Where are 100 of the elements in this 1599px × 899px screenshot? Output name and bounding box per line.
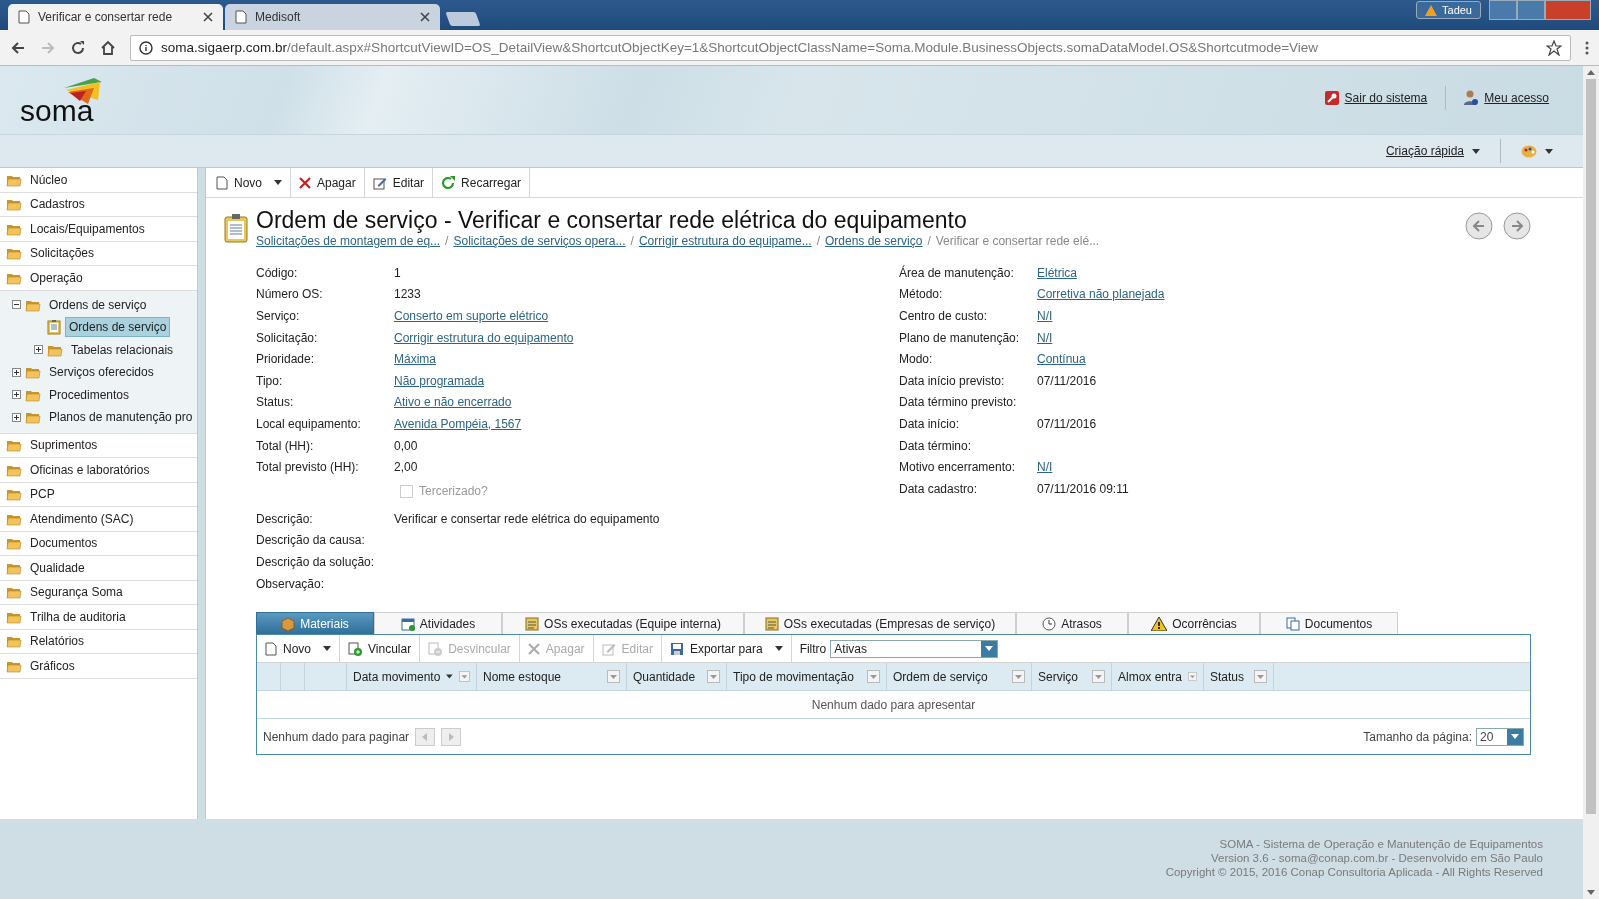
field-link[interactable]: Máxima	[394, 352, 436, 367]
filter-icon[interactable]	[607, 670, 620, 684]
home-icon[interactable]	[100, 39, 116, 56]
field-link[interactable]: Não programada	[394, 373, 485, 388]
breadcrumb-link[interactable]: Ordens de serviço	[825, 234, 923, 248]
field-link[interactable]: Corrigir estrutura do equipamento	[394, 330, 574, 345]
column-header[interactable]: Quantidade	[627, 663, 727, 691]
field-link[interactable]: Contínua	[1037, 352, 1086, 367]
field-link[interactable]: Ativo e não encerrado	[394, 395, 512, 410]
filter-icon[interactable]	[1012, 670, 1025, 684]
scroll-down-icon[interactable]	[1587, 890, 1595, 895]
close-icon[interactable]	[203, 12, 213, 22]
splitter-handle[interactable]	[198, 168, 206, 819]
field-link[interactable]: Elétrica	[1037, 265, 1077, 280]
toolbar-button[interactable]: Editar	[364, 168, 434, 197]
nav-group[interactable]: Cadastros	[26, 194, 89, 215]
toolbar-button[interactable]: Recarregar	[433, 168, 531, 197]
nav-group[interactable]: Locais/Equipamentos	[26, 218, 149, 239]
column-header[interactable]: Serviço	[1032, 663, 1112, 691]
star-icon[interactable]	[1546, 39, 1562, 56]
tree-item[interactable]: Ordens de serviço	[45, 294, 151, 315]
expand-toggle[interactable]	[12, 412, 21, 422]
tab[interactable]: OSs executadas (Equipe interna)	[502, 612, 744, 635]
filter-icon[interactable]	[1092, 670, 1105, 684]
nav-group[interactable]: Solicitações	[26, 243, 99, 264]
field-link[interactable]: N/I	[1037, 460, 1053, 475]
scroll-up-icon[interactable]	[1587, 70, 1595, 75]
next-icon[interactable]	[1503, 212, 1531, 240]
caret-icon[interactable]	[274, 180, 282, 185]
info-icon[interactable]	[139, 40, 153, 55]
filter-icon[interactable]	[1254, 670, 1267, 684]
scrollbar[interactable]	[1583, 66, 1599, 899]
field-link[interactable]: Corretiva não planejada	[1037, 287, 1165, 302]
toolbar-button[interactable]: Novo	[208, 168, 291, 197]
user-badge[interactable]: Tadeu	[1416, 1, 1481, 19]
expand-toggle[interactable]	[34, 345, 43, 355]
field-link[interactable]: Avenida Pompéia, 1567	[394, 416, 522, 431]
nav-group[interactable]: Núcleo	[26, 169, 72, 190]
column-header[interactable]: Status	[1204, 663, 1274, 691]
filter-icon[interactable]	[707, 670, 720, 684]
tab[interactable]: Atividades	[374, 612, 502, 635]
breadcrumb-link[interactable]: Corrigir estrutura do equipame...	[638, 234, 812, 248]
breadcrumb-link[interactable]: Solicitações de montagem de eq...	[256, 234, 441, 248]
column-header[interactable]: Tipo de movimentação	[727, 663, 887, 691]
nav-group[interactable]: Trilha de auditoria	[26, 606, 130, 627]
reload-icon[interactable]	[70, 39, 86, 56]
nav-group[interactable]: Operação	[26, 267, 87, 288]
field-link[interactable]: Conserto em suporte elétrico	[394, 309, 549, 323]
palette-icon[interactable]	[1521, 144, 1537, 158]
filter-dropdown[interactable]: Ativas	[830, 639, 999, 658]
grid-toolbar-button[interactable]: Vincular	[340, 635, 421, 663]
header-link[interactable]: Meu acesso	[1484, 91, 1549, 105]
grid-toolbar-button[interactable]: Novo	[257, 635, 340, 663]
caret-icon[interactable]	[774, 646, 783, 652]
nav-group[interactable]: PCP	[26, 484, 59, 505]
caret-icon[interactable]	[1472, 148, 1480, 154]
collapse-toggle[interactable]	[12, 300, 21, 310]
tab[interactable]: OSs executadas (Empresas de serviço)	[744, 612, 1016, 635]
tree-item[interactable]: Planos de manutenção pro	[45, 407, 197, 428]
header-link[interactable]: Sair do sistema	[1344, 91, 1428, 105]
browser-tab[interactable]: Verificar e consertar rede	[8, 4, 223, 30]
quick-create-menu[interactable]: Criação rápida	[1385, 144, 1464, 158]
caret-icon[interactable]	[1545, 148, 1553, 154]
field-link[interactable]: N/I	[1037, 330, 1053, 345]
caret-icon[interactable]	[323, 646, 331, 652]
menu-icon[interactable]	[1585, 40, 1589, 55]
previous-icon[interactable]	[1465, 212, 1493, 240]
tree-item[interactable]: Procedimentos	[45, 384, 134, 405]
browser-tab[interactable]: Medisoft	[225, 4, 440, 30]
tab[interactable]: Ocorrências	[1128, 612, 1260, 635]
column-header[interactable]: Data movimento	[347, 663, 477, 691]
column-header[interactable]: Ordem de serviço	[887, 663, 1032, 691]
nav-group[interactable]: Qualidade	[26, 557, 89, 578]
back-icon[interactable]	[10, 39, 26, 56]
tree-item[interactable]: Tabelas relacionais	[67, 339, 178, 360]
tree-item[interactable]: Ordens de serviço	[65, 317, 171, 338]
nav-group[interactable]: Atendimento (SAC)	[26, 508, 138, 529]
address-bar[interactable]: soma.sigaerp.com.br/default.aspx#ShortcutViewID=OS_DetailView&ShortcutObjectKey=1&ShortcutObjectClassName=Soma.Module.BusinessObjects.somaDataModel.OS&Shortcutmode=View	[130, 34, 1571, 61]
nav-group[interactable]: Relatórios	[26, 631, 89, 652]
page-size-dropdown[interactable]: 20	[1476, 727, 1524, 746]
tab[interactable]: Documentos	[1260, 612, 1398, 635]
expand-toggle[interactable]	[12, 367, 21, 377]
column-header[interactable]: Almox entra	[1112, 663, 1204, 691]
close-icon[interactable]	[420, 12, 430, 22]
field-link[interactable]: N/I	[1037, 309, 1053, 323]
tree-item[interactable]: Serviços oferecidos	[45, 362, 158, 383]
filter-icon[interactable]	[867, 670, 880, 684]
nav-group[interactable]: Documentos	[26, 533, 102, 554]
new-tab-button[interactable]	[445, 12, 481, 26]
nav-group[interactable]: Segurança Soma	[26, 582, 127, 603]
tab[interactable]: Materiais	[256, 612, 374, 635]
nav-group[interactable]: Gráficos	[26, 655, 79, 676]
nav-group[interactable]: Suprimentos	[26, 435, 102, 456]
breadcrumb-link[interactable]: Solicitações de serviços opera...	[453, 234, 626, 248]
expand-toggle[interactable]	[12, 390, 21, 400]
toolbar-button[interactable]: Apagar	[291, 168, 365, 197]
nav-group[interactable]: Oficinas e laboratórios	[26, 459, 154, 480]
tab[interactable]: Atrasos	[1016, 612, 1128, 635]
grid-toolbar-button[interactable]: Exportar para	[661, 635, 792, 663]
column-header[interactable]: Nome estoque	[477, 663, 627, 691]
